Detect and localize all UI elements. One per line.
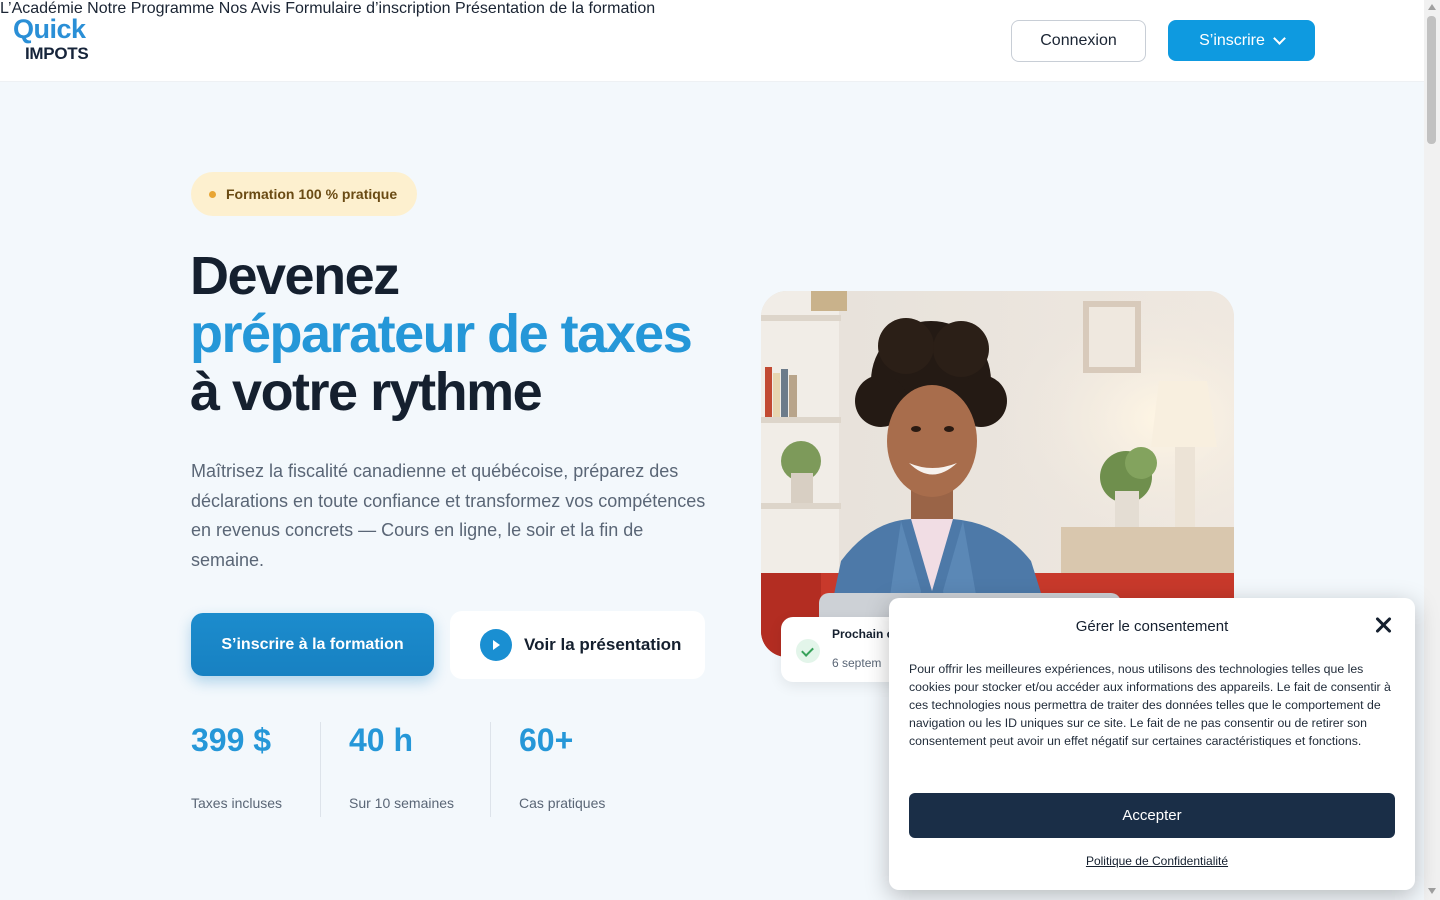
check-icon <box>796 639 820 663</box>
play-icon <box>480 629 512 661</box>
nav-item-formulaire[interactable]: Formulaire d’inscription <box>285 0 450 17</box>
quick-impots-logo[interactable]: Quick IMPOTS <box>13 14 97 66</box>
logo-bottom-text: IMPOTS <box>25 44 89 63</box>
hero-lead: Maîtrisez la fiscalité canadienne et qué… <box>191 461 706 570</box>
next-session-title: Prochain c <box>832 627 894 641</box>
stat-value: 60+ <box>519 722 574 758</box>
page-scrollbar[interactable] <box>1424 0 1440 900</box>
nav-item-avis[interactable]: Nos Avis <box>219 0 281 17</box>
stat-label: Sur 10 semaines <box>349 795 455 811</box>
scroll-thumb[interactable] <box>1427 16 1436 144</box>
hero-title-line2: préparateur de taxes <box>190 304 693 364</box>
hero-title-line3: à votre rythme <box>190 362 543 422</box>
main-nav: L’Académie Notre Programme Nos Avis Form… <box>0 0 1424 18</box>
nav-item-programme[interactable]: Notre Programme <box>87 0 214 17</box>
stat-divider <box>490 722 491 817</box>
badge-dot-icon <box>209 190 216 198</box>
site-header: Quick IMPOTS L’Académie Notre Programme … <box>0 0 1424 82</box>
hero-title: Devenez préparateur de taxes à votre ryt… <box>190 246 693 422</box>
signup-dropdown-button[interactable]: S’inscrire <box>1168 20 1315 61</box>
chevron-down-icon <box>1273 31 1286 45</box>
accept-button[interactable]: Accepter <box>909 793 1395 838</box>
stat-label: Taxes incluses <box>191 795 283 811</box>
nav-item-presentation[interactable]: Présentation de la formation <box>455 0 655 17</box>
next-session-date: 6 septem <box>832 656 882 670</box>
badge-label: Formation 100 % pratique <box>226 186 398 202</box>
privacy-policy-link[interactable]: Politique de Confidentialité <box>889 854 1425 868</box>
stat-value: 40 h <box>349 722 414 758</box>
watch-presentation-button[interactable]: Voir la présentation <box>450 611 705 679</box>
stat-value: 399 $ <box>191 722 272 758</box>
signup-label: S’inscrire <box>1199 31 1265 49</box>
signup-formation-button[interactable]: S’inscrire à la formation <box>191 613 434 676</box>
scroll-up-arrow-icon[interactable] <box>1428 4 1436 10</box>
stat-divider <box>320 722 321 817</box>
stat-label: Cas pratiques <box>519 795 606 811</box>
hero-badge: Formation 100 % pratique <box>191 172 417 216</box>
scroll-down-arrow-icon[interactable] <box>1428 888 1436 894</box>
consent-title: Gérer le consentement <box>1075 618 1229 635</box>
consent-modal: Gérer le consentement Pour offrir les me… <box>889 598 1415 890</box>
close-icon[interactable] <box>1373 615 1395 637</box>
logo-top-text: Quick <box>13 14 86 44</box>
consent-body: Pour offrir les meilleures expériences, … <box>909 662 1391 748</box>
login-button[interactable]: Connexion <box>1011 20 1146 62</box>
hero-title-line1: Devenez <box>190 246 400 306</box>
watch-presentation-label: Voir la présentation <box>524 635 682 654</box>
